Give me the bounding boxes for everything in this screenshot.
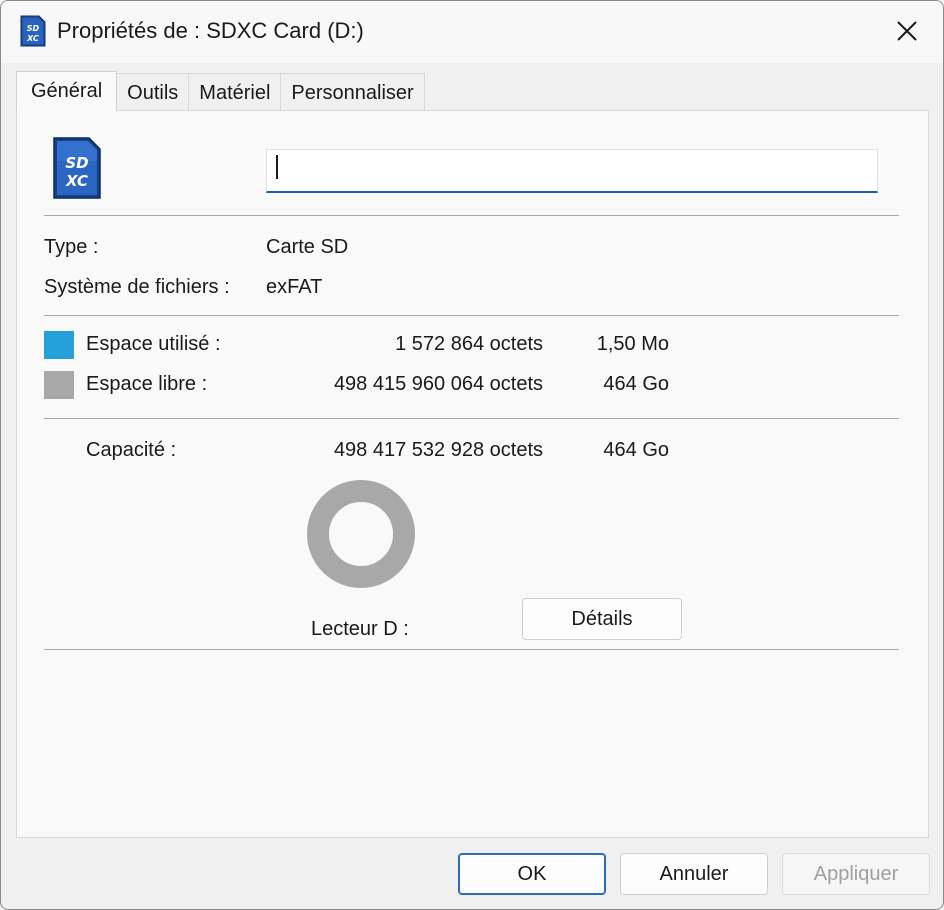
free-space-swatch (44, 371, 74, 399)
apply-button[interactable]: Appliquer (782, 853, 930, 895)
ok-button[interactable]: OK (458, 853, 606, 895)
svg-text:XC: XC (65, 172, 88, 190)
sdxc-card-icon: SD XC (53, 137, 101, 199)
type-value: Carte SD (266, 236, 349, 258)
text-caret (276, 155, 278, 179)
filesystem-label: Système de fichiers : (44, 276, 230, 298)
window-title: Propriétés de : SDXC Card (D:) (57, 18, 364, 43)
capacity-size: 464 Go (603, 439, 669, 461)
separator (44, 418, 899, 419)
details-button[interactable]: Détails (522, 598, 682, 640)
capacity-label: Capacité : (86, 439, 177, 461)
used-space-size: 1,50 Mo (596, 333, 669, 355)
used-space-swatch (44, 331, 74, 359)
properties-dialog: SD XC Propriétés de : SDXC Card (D:) Gén… (0, 0, 944, 910)
close-icon (897, 21, 917, 41)
used-space-bytes: 1 572 864 octets (395, 333, 543, 355)
general-panel (16, 110, 929, 838)
tab-customize[interactable]: Personnaliser (280, 73, 425, 111)
free-space-label: Espace libre : (86, 373, 208, 395)
tab-hardware[interactable]: Matériel (188, 73, 282, 111)
used-space-label: Espace utilisé : (86, 333, 221, 355)
separator (44, 649, 899, 650)
capacity-bytes: 498 417 532 928 octets (333, 439, 543, 461)
free-space-size: 464 Go (603, 373, 669, 395)
close-button[interactable] (871, 1, 943, 61)
title-bar: SD XC Propriétés de : SDXC Card (D:) (1, 1, 943, 63)
tab-general[interactable]: Général (16, 71, 118, 111)
filesystem-value: exFAT (266, 276, 323, 298)
separator (44, 315, 899, 316)
volume-name-input[interactable] (266, 149, 878, 193)
tab-tools[interactable]: Outils (116, 73, 190, 111)
separator (44, 215, 899, 216)
donut-free-ring (307, 480, 415, 588)
tab-strip: Général Outils Matériel Personnaliser (16, 71, 425, 111)
free-space-bytes: 498 415 960 064 octets (333, 373, 543, 395)
svg-text:XC: XC (26, 34, 39, 43)
drive-letter-label: Lecteur D : (311, 618, 409, 640)
sdxc-card-icon: SD XC (20, 15, 46, 47)
svg-text:SD: SD (65, 154, 88, 172)
type-label: Type : (44, 236, 99, 258)
disk-usage-donut (307, 480, 415, 588)
svg-text:SD: SD (27, 24, 40, 33)
cancel-button[interactable]: Annuler (620, 853, 768, 895)
